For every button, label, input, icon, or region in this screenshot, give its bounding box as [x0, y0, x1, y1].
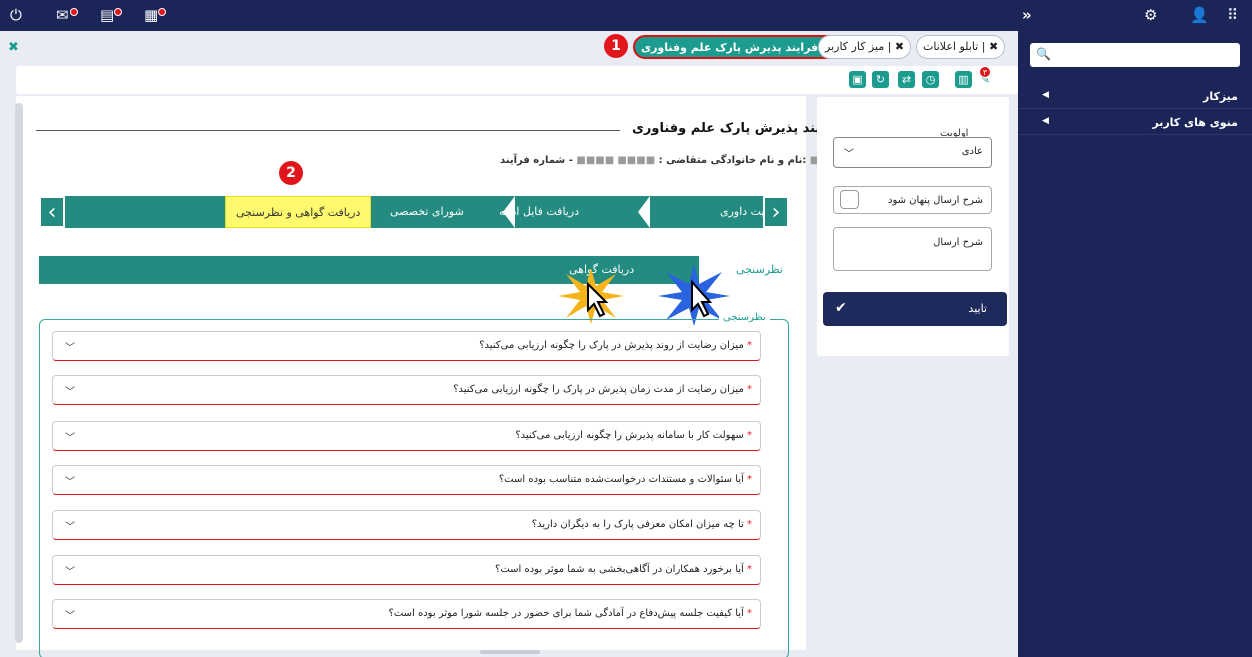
title-divider [36, 130, 620, 131]
expand-icon[interactable]: » [1022, 6, 1032, 24]
steps-prev-button[interactable]: ‹ [39, 196, 65, 228]
description-textarea[interactable]: شرح ارسال [833, 227, 992, 271]
question-text: آیا برخورد همکاران در آگاهی‌بخشی به شما … [495, 564, 744, 575]
chevron-down-icon[interactable]: ﹀ [65, 383, 75, 398]
applicant-label: نام و نام خانوادگی متقاضی : [658, 155, 803, 166]
required-mark: * [747, 474, 752, 485]
workflow-steps: سی کفایت داوری دریافت فایل ارائه شورای ت… [39, 196, 801, 228]
calendar-badge [158, 8, 166, 16]
sidebar-item-desk[interactable]: میزکار ◀ [1018, 85, 1252, 109]
required-mark: * [747, 519, 752, 530]
steps-next-button[interactable]: › [763, 196, 789, 228]
priority-select[interactable]: عادی ﹀ [833, 137, 992, 168]
applicant-value: ■■■■ ■■■■ [576, 155, 656, 166]
calendar-icon[interactable]: ▦ [144, 6, 158, 24]
document-icon[interactable]: ▤ [100, 6, 114, 24]
chevron-down-icon[interactable]: ﹀ [65, 473, 75, 488]
survey-question[interactable]: سهولت کار با سامانه پذیرش را چگونه ارزیا… [52, 421, 761, 451]
required-mark: * [747, 608, 752, 619]
tab-label: فرایند پذیرش پارک علم وفناوری [641, 41, 819, 54]
question-text: سهولت کار با سامانه پذیرش را چگونه ارزیا… [515, 430, 744, 441]
caret-left-icon: ◀ [1042, 116, 1049, 126]
survey-question[interactable]: تا چه میزان امکان معرفی پارک را به دیگرا… [52, 510, 761, 540]
question-text: میزان رضایت از مدت زمان پذیرش در پارک را… [453, 384, 744, 395]
chevron-down-icon[interactable]: ﹀ [65, 518, 75, 533]
refresh-icon[interactable]: ↻ [872, 71, 889, 88]
survey-question[interactable]: میزان رضایت از روند پذیرش در پارک را چگو… [52, 331, 761, 361]
tab-label: تابلو اعلانات [923, 40, 979, 53]
save-icon[interactable]: ▣ [849, 71, 866, 88]
caret-left-icon: ◀ [1042, 90, 1049, 100]
chevron-down-icon[interactable]: ﹀ [65, 607, 75, 622]
question-text: تا چه میزان امکان معرفی پارک را به دیگرا… [531, 519, 744, 530]
gear-icon[interactable]: ⚙ [1144, 6, 1157, 24]
chevron-down-icon[interactable]: ﹀ [65, 563, 75, 578]
chart-icon[interactable]: ▥ [955, 71, 972, 88]
top-bar: ⏻ ✉ ▤ ▦ » ⚙ 👤 ⠿ [0, 0, 1252, 31]
user-icon[interactable]: 👤 [1190, 6, 1209, 24]
route-icon[interactable]: ⇄ [898, 71, 915, 88]
sidebar-item-label: منوی های کاربر [1152, 116, 1238, 129]
click-burst-icon [558, 268, 624, 324]
survey-legend: نظرسنجی [719, 312, 770, 323]
confirm-button[interactable]: تایید ✔ [823, 292, 1007, 326]
history-icon[interactable]: ◷ [922, 71, 939, 88]
tab-notice-board[interactable]: تابلو اعلانات | ✖ [916, 35, 1006, 59]
chevron-down-icon[interactable]: ﹀ [65, 339, 75, 354]
question-text: آیا کیفیت جلسه پیش‌دفاع در آمادگی شما بر… [388, 608, 744, 619]
tab-user-desk[interactable]: میز کار کاربر | ✖ [818, 35, 912, 59]
required-mark: * [747, 430, 752, 441]
survey-question[interactable]: آیا برخورد همکاران در آگاهی‌بخشی به شما … [52, 555, 761, 585]
mail-badge [70, 8, 78, 16]
hide-description-label: شرح ارسال پنهان شود [888, 195, 983, 206]
priority-value: عادی [961, 146, 983, 157]
applicant-info: نام و نام خانوادگی متقاضی : ■■■■ ■■■■ - … [500, 155, 838, 166]
step-divider [638, 196, 650, 228]
mail-icon[interactable]: ✉ [56, 6, 69, 24]
callout-2: 2 [279, 161, 303, 185]
sidebar: 🔍 میزکار ◀ منوی های کاربر ◀ [1018, 31, 1252, 657]
close-all-icon[interactable]: ✖ [8, 40, 19, 55]
page-title: فرایند پذیرش پارک علم وفناوری [632, 121, 842, 136]
tab-close-icon[interactable]: | ✖ [888, 40, 904, 53]
description-label: شرح ارسال [933, 237, 983, 248]
survey-question[interactable]: آیا سئوالات و مستندات درخواست‌شده متناسب… [52, 465, 761, 495]
hide-description-toggle[interactable] [840, 190, 859, 209]
question-text: میزان رضایت از روند پذیرش در پارک را چگو… [479, 340, 744, 351]
question-text: آیا سئوالات و مستندات درخواست‌شده متناسب… [498, 474, 744, 485]
chevron-down-icon[interactable]: ﹀ [65, 429, 75, 444]
power-icon[interactable]: ⏻ [10, 6, 22, 24]
chevron-down-icon: ﹀ [844, 149, 854, 160]
required-mark: * [747, 384, 752, 395]
required-mark: * [747, 340, 752, 351]
tab-close-icon[interactable]: | ✖ [982, 40, 998, 53]
sidebar-search-input[interactable]: 🔍 [1030, 43, 1240, 67]
attachment-badge: ۳ [979, 66, 991, 78]
step-certificate-survey[interactable]: دریافت گواهی و نظرسنجی [225, 196, 372, 228]
document-badge [114, 8, 122, 16]
callout-1: 1 [604, 34, 628, 58]
step-divider [503, 196, 515, 228]
horizontal-resize-handle[interactable] [480, 650, 540, 654]
apps-grid-icon[interactable]: ⠿ [1227, 6, 1238, 24]
survey-question[interactable]: آیا کیفیت جلسه پیش‌دفاع در آمادگی شما بر… [52, 599, 761, 629]
vertical-scrollbar[interactable] [15, 103, 23, 643]
check-icon: ✔ [835, 300, 847, 316]
step-specialist-council[interactable]: شورای تخصصی [390, 196, 464, 228]
sidebar-item-user-menus[interactable]: منوی های کاربر ◀ [1018, 111, 1252, 135]
survey-question[interactable]: میزان رضایت از مدت زمان پذیرش در پارک را… [52, 375, 761, 405]
sidebar-item-label: میزکار [1202, 90, 1238, 103]
required-mark: * [747, 564, 752, 575]
tab-label: میز کار کاربر [825, 40, 885, 53]
tab-park-admission[interactable]: فرایند پذیرش پارک علم وفناوری | ✖ [633, 35, 848, 59]
search-icon: 🔍 [1036, 47, 1051, 61]
confirm-label: تایید [968, 302, 987, 315]
toolbar [16, 66, 1018, 94]
